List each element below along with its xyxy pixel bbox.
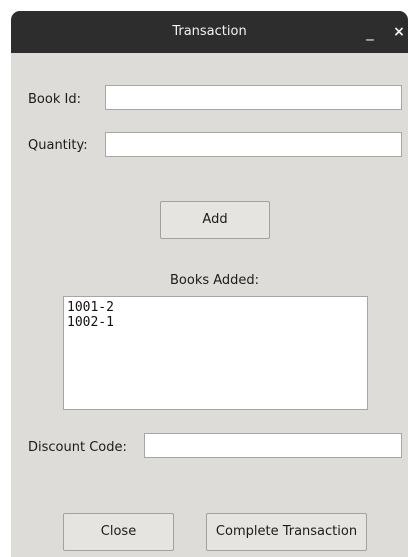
add-button[interactable]: Add (160, 201, 270, 239)
books-added-label: Books Added: (170, 273, 260, 288)
book-id-input[interactable] (105, 85, 402, 110)
transaction-window: Transaction _ × Book Id: Quantity: Add B… (11, 11, 408, 557)
window-title: Transaction (172, 24, 247, 39)
quantity-input[interactable] (105, 132, 402, 157)
complete-transaction-button[interactable]: Complete Transaction (206, 513, 367, 551)
close-button[interactable]: Close (63, 513, 174, 551)
quantity-label: Quantity: (28, 138, 88, 153)
books-added-list[interactable]: 1001-2 1002-1 (63, 296, 368, 410)
discount-code-input[interactable] (144, 433, 402, 458)
list-item[interactable]: 1002-1 (67, 315, 367, 330)
list-item[interactable]: 1001-2 (67, 300, 367, 315)
book-id-label: Book Id: (28, 92, 81, 107)
title-bar[interactable]: Transaction _ × (11, 11, 408, 53)
close-icon[interactable]: × (389, 22, 408, 42)
minimize-icon[interactable]: _ (360, 22, 380, 42)
discount-code-label: Discount Code: (28, 440, 127, 455)
